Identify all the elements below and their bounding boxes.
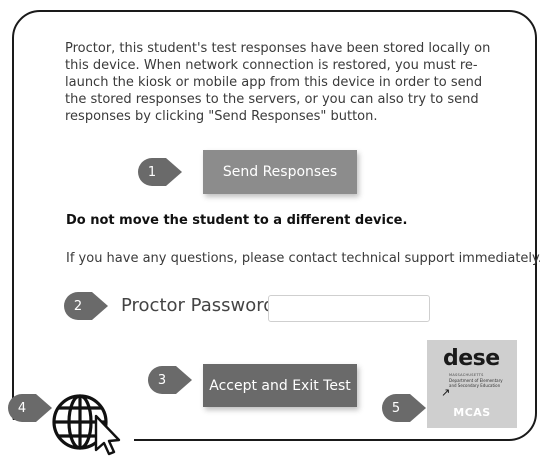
warning-message: Do not move the student to a different d… xyxy=(66,213,408,228)
intro-message: Proctor, this student's test responses h… xyxy=(65,41,491,124)
callout-1-number: 1 xyxy=(147,164,157,180)
language-button[interactable] xyxy=(50,392,122,460)
callout-4-number: 4 xyxy=(17,400,27,416)
callout-5-number: 5 xyxy=(391,400,401,416)
proctor-password-label: Proctor Password xyxy=(121,295,275,316)
badge-department-text: Department of Elementary and Secondary E… xyxy=(449,378,503,388)
globe-icon xyxy=(52,394,121,456)
callout-3-number: 3 xyxy=(157,372,167,388)
badge-state-text: MASSACHUSETTS xyxy=(449,373,484,377)
badge-arrow-icon: ↗ xyxy=(441,386,451,399)
callout-2-number: 2 xyxy=(73,298,83,314)
accept-and-exit-button[interactable]: Accept and Exit Test xyxy=(203,364,357,407)
callout-5: 5 xyxy=(382,394,428,422)
callout-1: 1 xyxy=(138,158,184,186)
callout-4: 4 xyxy=(8,394,54,422)
callout-2: 2 xyxy=(64,292,110,320)
callout-3: 3 xyxy=(148,366,194,394)
mcas-badge: dese MASSACHUSETTS Department of Element… xyxy=(427,340,517,428)
proctor-password-input[interactable] xyxy=(268,295,430,322)
dese-logo: dese xyxy=(443,346,500,371)
support-message: If you have any questions, please contac… xyxy=(66,251,540,266)
mcas-label: MCAS xyxy=(453,406,491,419)
send-responses-button[interactable]: Send Responses xyxy=(203,150,357,194)
